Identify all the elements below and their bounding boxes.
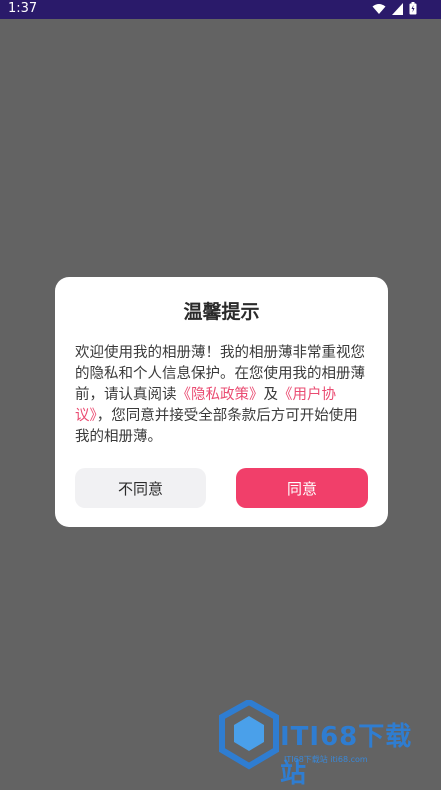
watermark: ITI68下载站 ITI68下载站 iti68.com <box>218 700 433 789</box>
disagree-button[interactable]: 不同意 <box>75 468 206 508</box>
status-bar: 1:37 <box>0 0 441 19</box>
privacy-dialog: 温馨提示 欢迎使用我的相册薄！我的相册薄非常重视您的隐私和个人信息保护。在您使用… <box>55 277 388 527</box>
dialog-body-and: 及 <box>263 387 279 403</box>
privacy-policy-link[interactable]: 《隐私政策》 <box>177 387 264 403</box>
dialog-title: 温馨提示 <box>183 301 260 323</box>
battery-icon <box>409 2 417 15</box>
status-time: 1:37 <box>8 1 38 16</box>
watermark-text: ITI68下载站 <box>280 722 413 789</box>
watermark-subtext: ITI68下载站 iti68.com <box>284 755 368 764</box>
dialog-body: 欢迎使用我的相册薄！我的相册薄非常重视您的隐私和个人信息保护。在您使用我的相册薄… <box>75 343 370 448</box>
wifi-icon <box>372 3 386 14</box>
status-icons <box>372 2 417 15</box>
dialog-body-text-2: ，您同意并接受全部条款后方可开始使用我的相册薄。 <box>75 408 358 445</box>
watermark-logo-icon <box>219 700 279 770</box>
agree-button[interactable]: 同意 <box>236 468 368 508</box>
signal-icon <box>392 2 403 15</box>
